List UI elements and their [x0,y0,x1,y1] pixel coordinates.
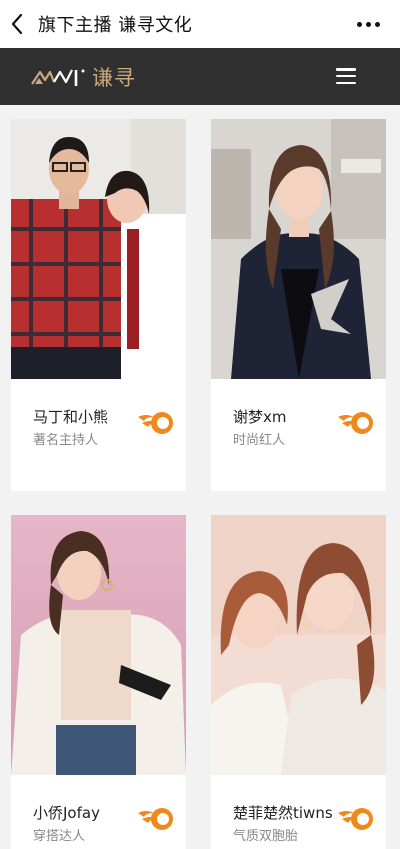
top-nav-bar: 旗下主播 谦寻文化 [0,0,400,48]
streamer-photo [11,515,186,775]
flame-icon[interactable] [336,409,376,437]
streamer-card[interactable]: 马丁和小熊 著名主持人 [11,119,186,491]
streamer-desc: 气质双胞胎 [233,829,299,844]
streamer-info: 马丁和小熊 著名主持人 [11,379,186,489]
more-dots-icon [357,21,362,27]
back-button[interactable] [0,0,34,48]
streamer-photo [211,119,386,379]
streamer-name: 楚菲楚然tiwns [233,804,333,822]
flame-icon[interactable] [336,805,376,833]
page-title: 旗下主播 谦寻文化 [38,15,193,36]
streamer-info: 谢梦xm 时尚红人 [211,379,386,489]
brand-header: 谦寻 [0,48,400,105]
streamer-info: 楚菲楚然tiwns 气质双胞胎 [211,775,386,849]
back-chevron-icon [11,13,23,35]
brand-logo[interactable]: 谦寻 [30,62,136,92]
menu-button[interactable] [336,68,356,84]
streamer-card[interactable]: 谢梦xm 时尚红人 [211,119,386,491]
logo-mark-icon [31,69,85,86]
streamer-photo [211,515,386,775]
flame-icon[interactable] [136,805,176,833]
streamer-name: 小侨Jofay [33,804,100,822]
streamer-name: 马丁和小熊 [33,408,109,426]
streamer-desc: 时尚红人 [233,433,286,448]
streamer-card[interactable]: 小侨Jofay 穿搭达人 [11,515,186,849]
more-options-button[interactable] [357,16,380,32]
streamer-info: 小侨Jofay 穿搭达人 [11,775,186,849]
streamer-card[interactable]: 楚菲楚然tiwns 气质双胞胎 [211,515,386,849]
streamer-desc: 著名主持人 [33,433,99,448]
streamer-photo [11,119,186,379]
brand-name: 谦寻 [92,65,136,90]
hamburger-menu-icon [336,68,356,71]
flame-icon[interactable] [136,409,176,437]
streamer-name: 谢梦xm [233,408,287,426]
streamer-desc: 穿搭达人 [33,829,86,844]
